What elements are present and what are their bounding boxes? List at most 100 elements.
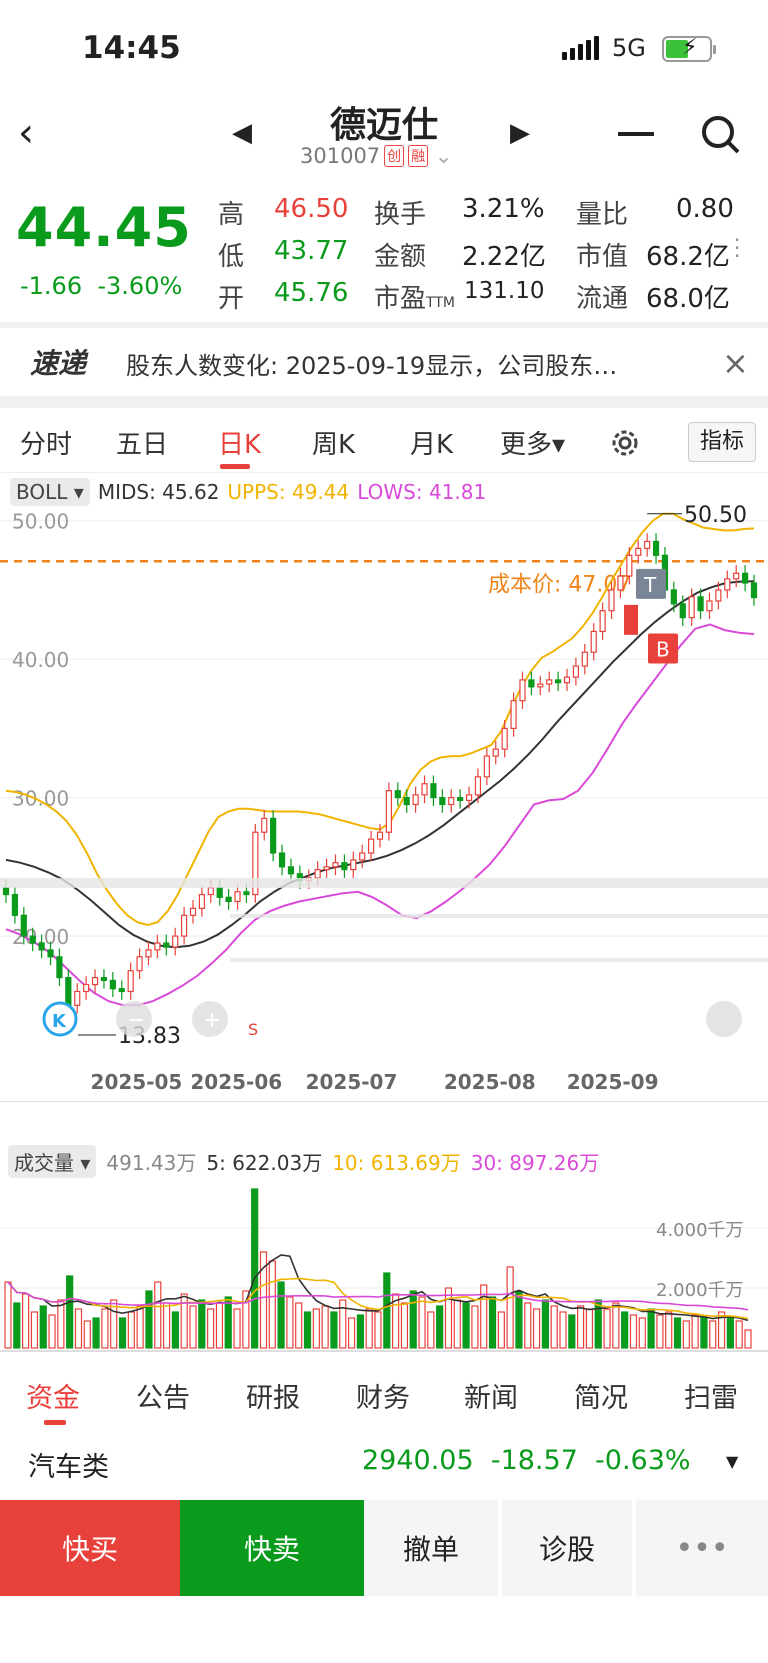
volume-bar	[629, 1314, 638, 1349]
tab-profile[interactable]: 简况	[574, 1376, 628, 1415]
action-bar: 快买 快卖 撤单 诊股 •••	[0, 1500, 768, 1596]
tab-risk-scan[interactable]: 扫雷	[684, 1376, 738, 1415]
volume-bar	[726, 1317, 734, 1349]
candle-body	[412, 794, 419, 806]
float-label: 流通	[576, 284, 629, 314]
x-tick-label: 2025-06	[190, 1070, 282, 1094]
volume-bar	[356, 1314, 364, 1349]
candle-body	[74, 990, 81, 1006]
tag-rong: 融	[408, 145, 429, 167]
candle-body	[2, 887, 10, 896]
candle-body	[572, 665, 580, 678]
sector-name[interactable]: 汽车类	[28, 1445, 109, 1484]
tab-more[interactable]: 更多▾	[500, 424, 565, 461]
candle-body	[29, 935, 36, 944]
mcap-value: 68.2亿	[646, 242, 730, 272]
notice-text[interactable]: 股东人数变化: 2025-09-19显示，公司股东…	[126, 346, 617, 381]
candle-body	[109, 979, 116, 990]
tab-indicator	[44, 1420, 66, 1425]
volume-bar	[118, 1317, 127, 1349]
volume-bar	[92, 1317, 100, 1349]
volume-bar	[101, 1308, 109, 1349]
quick-sell-button[interactable]: 快卖	[180, 1500, 364, 1596]
tab-news[interactable]: 新闻	[464, 1376, 518, 1415]
tab-timeshare[interactable]: 分时	[20, 424, 72, 461]
candle-body	[724, 578, 731, 591]
volume-bar	[207, 1308, 215, 1349]
volume-bar	[594, 1299, 602, 1349]
candle-body	[590, 630, 597, 653]
candle-body	[519, 679, 526, 702]
settings-gear-icon[interactable]	[608, 426, 642, 460]
x-tick-label: 2025-08	[444, 1070, 536, 1094]
candle-body	[234, 891, 241, 903]
volume-bar	[665, 1311, 673, 1349]
tag-chuang: 创	[384, 145, 405, 167]
volume-bar	[656, 1314, 664, 1349]
candle-body	[163, 942, 170, 948]
tab-indicator	[220, 464, 250, 469]
zoom-out-icon-glyph: −	[127, 1008, 145, 1033]
stock-title: 德迈仕	[329, 105, 438, 146]
next-stock-icon[interactable]: ▶	[510, 118, 530, 148]
amount-label: 金额	[374, 242, 427, 272]
back-icon[interactable]: ‹	[18, 110, 34, 156]
more-button[interactable]: •••	[636, 1500, 768, 1596]
k-badge-label: K	[52, 1011, 67, 1032]
volume-bar	[268, 1260, 276, 1349]
volume-bar	[4, 1281, 12, 1349]
quick-buy-button[interactable]: 快买	[0, 1500, 180, 1596]
kline-svg: 50.0040.0030.0020.002025-05 2025-06 2025-0…	[0, 503, 768, 1094]
volume-bar	[48, 1314, 56, 1349]
candle-body	[83, 983, 90, 993]
candle-body	[11, 893, 19, 916]
diagnose-button[interactable]: 诊股	[502, 1500, 634, 1596]
float-value: 68.0亿	[646, 284, 730, 314]
y-tick-label: 50.00	[12, 510, 69, 534]
minus-icon[interactable]	[618, 132, 654, 136]
cancel-order-button[interactable]: 撤单	[364, 1500, 500, 1596]
amount-value: 2.22亿	[462, 242, 546, 272]
chevron-down-icon[interactable]: ⌄	[435, 144, 453, 168]
tab-finance[interactable]: 财务	[356, 1376, 410, 1415]
pe-label: 市盈TTM	[374, 278, 455, 315]
candle-body	[172, 935, 179, 948]
candle-body	[145, 949, 152, 958]
tab-monthly-k[interactable]: 月K	[410, 424, 453, 461]
volume-selector[interactable]: 成交量 ▾	[8, 1145, 97, 1178]
candle-body	[635, 547, 642, 556]
pe-sub: TTM	[426, 295, 455, 311]
tab-funds[interactable]: 资金	[26, 1376, 80, 1415]
volume-bar	[383, 1272, 391, 1349]
vol-ratio-value: 0.80	[676, 194, 734, 224]
volume-bar	[418, 1296, 426, 1349]
tab-research[interactable]: 研报	[246, 1376, 300, 1415]
candle-body	[20, 914, 27, 937]
candle-body	[697, 596, 704, 612]
tab-announcements[interactable]: 公告	[136, 1376, 190, 1415]
more-vertical-icon[interactable]: · · ·	[734, 230, 740, 266]
volume-bar	[691, 1314, 699, 1349]
boll-selector[interactable]: BOLL ▾	[10, 478, 90, 506]
signal-icon	[562, 36, 599, 60]
divider	[0, 322, 768, 328]
volume-bar	[83, 1320, 91, 1349]
sector-row: 2940.05 -18.57 -0.63%	[362, 1445, 691, 1476]
x-tick-label: 2025-07	[306, 1070, 398, 1094]
caret-down-icon[interactable]: ▼	[726, 1452, 738, 1471]
volume-bar	[621, 1311, 629, 1349]
tab-daily-k[interactable]: 日K	[218, 424, 261, 461]
tab-five-day[interactable]: 五日	[116, 424, 168, 461]
tab-weekly-k[interactable]: 周K	[312, 424, 355, 461]
search-icon[interactable]	[700, 114, 742, 156]
close-icon[interactable]: ×	[722, 344, 749, 382]
volume-bar	[700, 1317, 708, 1349]
volume-bar	[303, 1311, 312, 1349]
volume-bar	[515, 1290, 523, 1349]
candle-body	[332, 862, 339, 868]
indicator-button[interactable]: 指标	[688, 422, 756, 462]
kline-chart[interactable]: 50.00 40.00 30.00 20.00 2025-05 2025-06 2025-0…	[0, 472, 768, 1102]
volume-ma30-line	[7, 1281, 749, 1311]
status-time: 14:45	[82, 30, 181, 66]
prev-stock-icon[interactable]: ◀	[232, 118, 252, 148]
